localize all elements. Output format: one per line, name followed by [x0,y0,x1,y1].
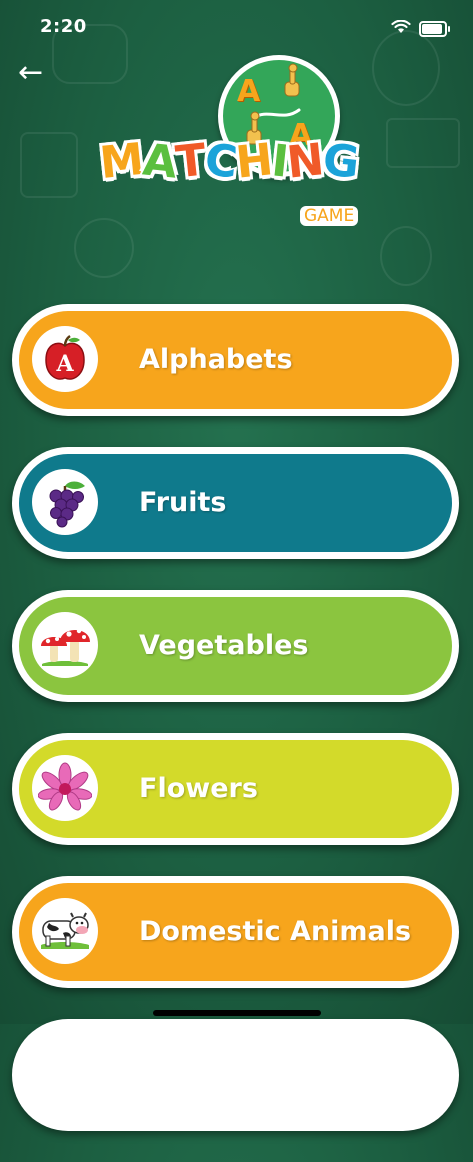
arrow-left-icon: ← [18,55,44,90]
status-bar: 2:20 [0,0,473,54]
logo-subtitle: GAME [300,206,359,226]
battery-icon [419,20,450,37]
apple-letter-icon: A [32,326,98,392]
menu-item-alphabets[interactable]: A Alphabets [12,304,459,416]
status-time: 2:20 [40,16,87,37]
grapes-icon [32,469,98,535]
menu-item-vegetables[interactable]: Vegetables [12,590,459,702]
logo-title-letter: A [140,134,179,189]
menu-item-label: Alphabets [139,344,293,375]
background-doodle [20,132,78,198]
logo-title-letter: M [97,133,146,190]
category-menu: A Alphabets Fruits Vegetables Flowers Do… [12,304,459,1162]
logo-title-letter: G [320,134,361,189]
home-indicator [153,1010,321,1016]
menu-item-domestic-animals[interactable]: Domestic Animals [12,876,459,988]
menu-item-partial[interactable] [12,1019,459,1131]
back-button[interactable]: ← [18,58,52,88]
menu-item-label: Vegetables [139,630,309,661]
logo-title-letter: H [233,134,275,189]
background-doodle [380,226,432,286]
background-doodle [386,118,460,168]
menu-item-label: Domestic Animals [139,916,412,947]
logo-title: MATCHING [97,133,370,190]
menu-item-flowers[interactable]: Flowers [12,733,459,845]
cow-icon [32,898,98,964]
status-icons [391,19,450,38]
lotus-flower-icon [32,755,98,821]
menu-item-fruits[interactable]: Fruits [12,447,459,559]
menu-item-label: Fruits [139,487,227,518]
svg-text:A: A [55,351,74,377]
logo-title-letter: N [284,134,326,189]
mushroom-icon [32,612,98,678]
battery-level-fill [422,23,443,34]
wifi-icon [391,19,411,38]
matching-game-logo: A A MATCHING GAME [97,52,380,242]
menu-item-label: Flowers [139,773,258,804]
